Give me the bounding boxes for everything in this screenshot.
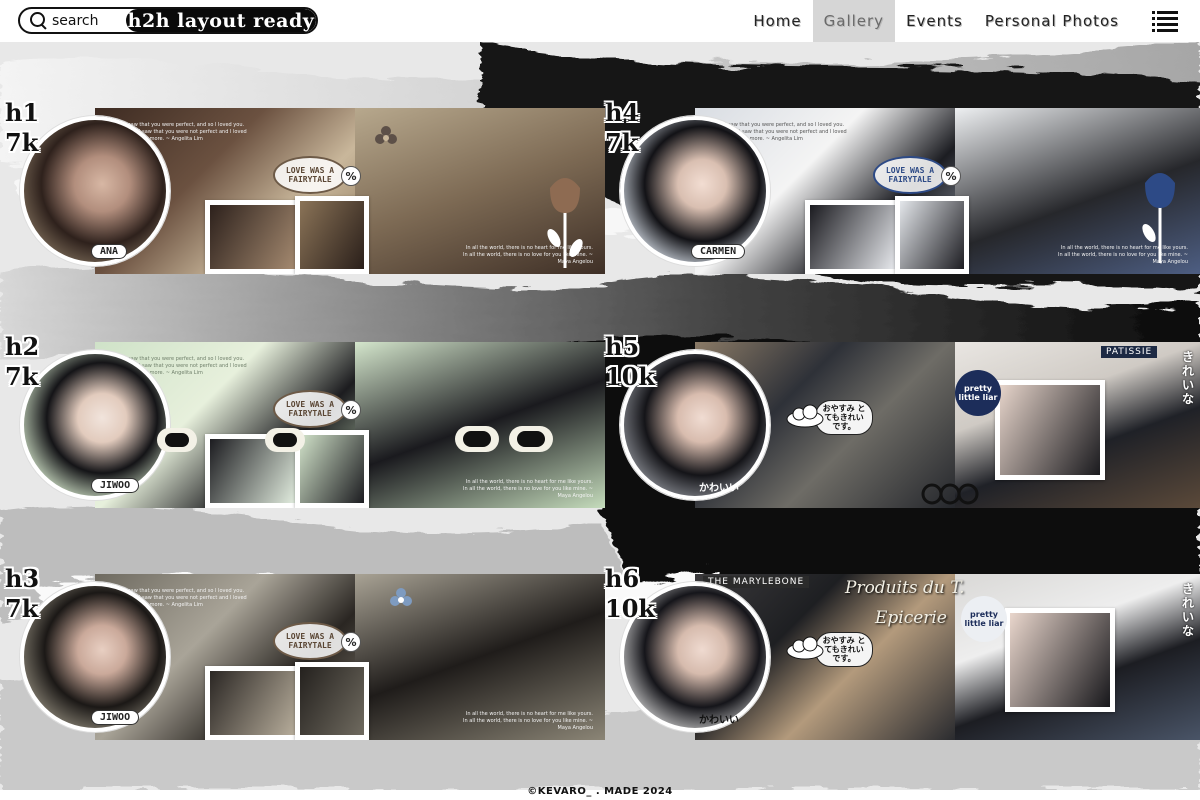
hamburger-menu-icon[interactable] [1130,0,1200,42]
card-label: h3 7k [5,564,39,624]
name-tag: かわいい [699,715,739,726]
percent-badge: % [941,166,961,186]
banner-image: I saw that you were perfect, and so I lo… [95,342,605,508]
banner-card-h1[interactable]: h1 7k I saw that you were perfect, and s… [5,98,605,274]
card-label: h6 10k [605,564,655,624]
photo-frame [995,380,1105,480]
card-id: h2 [5,332,40,361]
banner-image: I saw that you were perfect, and so I lo… [695,108,1200,274]
top-header: search h2h layout ready Home Gallery Eve… [0,0,1200,42]
name-tag: ANA [91,244,128,259]
nav-personal-photos[interactable]: Personal Photos [974,0,1130,42]
percent-badge: % [341,166,361,186]
percent-badge: % [341,632,361,652]
search-bar[interactable]: search h2h layout ready [18,7,318,34]
vertical-japanese-text: きれいな [1181,350,1194,406]
name-tag: JIWOO [91,710,140,725]
footer-credit: ©KEVARO_ . MADE 2024 [527,786,673,797]
main-nav: Home Gallery Events Personal Photos [742,0,1200,42]
flower-icon [375,126,397,144]
card-count: 10k [605,594,656,623]
sunglasses-icon [455,426,553,452]
pretty-little-liar-badge: pretty little liar [955,370,1001,416]
shop-script-sign: Epicerie [875,608,947,628]
shop-script-sign: Produits du T. [845,578,965,598]
polaroid-frame [205,200,301,274]
card-id: h3 [5,564,40,593]
nav-home[interactable]: Home [742,0,812,42]
banner-card-h2[interactable]: h2 7k I saw that you were perfect, and s… [5,332,605,508]
banner-image: おやすみ とてもきれい です。 pretty little liar PATIS… [695,342,1200,508]
card-count: 7k [605,128,639,157]
card-label: h5 10k [605,332,655,392]
card-count: 10k [605,362,656,391]
card-count: 7k [5,594,39,623]
banner-card-h5[interactable]: h5 10k おやすみ とてもきれい です。 pretty little lia… [605,332,1200,508]
nav-events[interactable]: Events [895,0,974,42]
card-label: h4 7k [605,98,639,158]
search-icon[interactable] [29,11,49,31]
name-tag: かわいい [699,483,739,494]
fairytale-sticker: LOVE WAS A FAIRYTALE [273,622,347,660]
card-id: h4 [605,98,640,127]
nav-gallery[interactable]: Gallery [812,0,896,42]
banner-image: I saw that you were perfect, and so I lo… [95,108,605,274]
quote-bottom: In all the world, there is no heart for … [463,479,593,499]
polaroid-frame [895,196,969,274]
polaroid-frame [295,662,369,740]
card-id: h6 [605,564,640,593]
photo-frame [1005,608,1115,712]
banner-image: I saw that you were perfect, and so I lo… [95,574,605,740]
shop-sign: PATISSIE [1101,346,1158,358]
fairytale-sticker: LOVE WAS A FAIRYTALE [873,156,947,194]
card-count: 7k [5,128,39,157]
polaroid-frame [295,196,369,274]
flower-icon [390,588,412,606]
cloud-icon [786,404,824,428]
banner-card-h4[interactable]: h4 7k I saw that you were perfect, and s… [605,98,1200,274]
tulip-icon [547,178,583,268]
card-label: h1 7k [5,98,39,158]
card-id: h1 [5,98,40,127]
site-title: h2h layout ready [126,9,316,32]
banner-image: THE MARYLEBONE Produits du T. Epicerie お… [695,574,1200,740]
quote-bottom: In all the world, there is no heart for … [463,711,593,731]
vertical-japanese-text: きれいな [1181,582,1194,638]
name-tag: CARMEN [691,244,746,259]
pretty-little-liar-badge: pretty little liar [961,596,1007,642]
percent-badge: % [341,400,361,420]
name-tag: JIWOO [91,478,140,493]
card-id: h5 [605,332,640,361]
banner-card-h6[interactable]: h6 10k THE MARYLEBONE Produits du T. Epi… [605,564,1200,740]
polaroid-frame [805,200,901,274]
cloud-icon [786,636,824,660]
search-label[interactable]: search [52,13,126,29]
card-count: 7k [5,362,39,391]
fairytale-sticker: LOVE WAS A FAIRYTALE [273,156,347,194]
banner-card-h3[interactable]: h3 7k I saw that you were perfect, and s… [5,564,605,740]
card-label: h2 7k [5,332,39,392]
polaroid-frame [205,666,301,740]
sunglasses-icon [157,428,305,452]
tulip-icon [1142,173,1175,263]
flower-outline-icon [921,483,979,505]
